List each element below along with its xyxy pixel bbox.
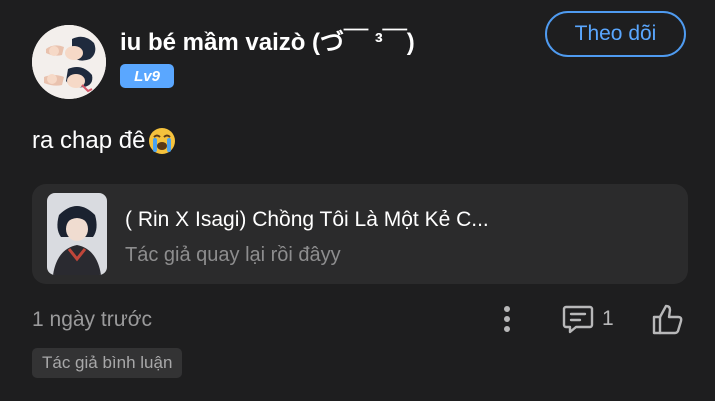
linked-story-card[interactable]: ( Rin X Isagi) Chồng Tôi Là Một Kẻ C... … bbox=[32, 184, 688, 284]
follow-button[interactable]: Theo dõi bbox=[545, 11, 686, 57]
comment-icon bbox=[562, 305, 594, 334]
like-button[interactable] bbox=[650, 301, 686, 337]
more-options-button[interactable] bbox=[496, 302, 518, 336]
comment-timestamp: 1 ngày trước bbox=[32, 308, 153, 331]
level-badge: Lv9 bbox=[120, 64, 174, 88]
comment-text: ra chap đê bbox=[32, 126, 177, 156]
reply-count: 1 bbox=[602, 307, 614, 330]
reply-button[interactable]: 1 bbox=[562, 302, 614, 336]
more-vertical-icon bbox=[504, 306, 510, 332]
thumbs-up-icon bbox=[652, 304, 683, 335]
loudly-crying-face-icon bbox=[147, 126, 177, 156]
username[interactable]: iu bé mầm vaizò (づ￣ ³￣) bbox=[120, 22, 415, 57]
story-cover-image bbox=[47, 193, 107, 275]
story-description: Tác giả quay lại rồi đâyy bbox=[125, 244, 341, 266]
user-avatar[interactable] bbox=[32, 25, 106, 99]
avatar-image bbox=[32, 25, 106, 99]
comment-body: ra chap đê bbox=[32, 127, 146, 154]
author-comment-tag: Tác giả bình luận bbox=[32, 348, 183, 378]
story-title: ( Rin X Isagi) Chồng Tôi Là Một Kẻ C... bbox=[125, 208, 489, 231]
